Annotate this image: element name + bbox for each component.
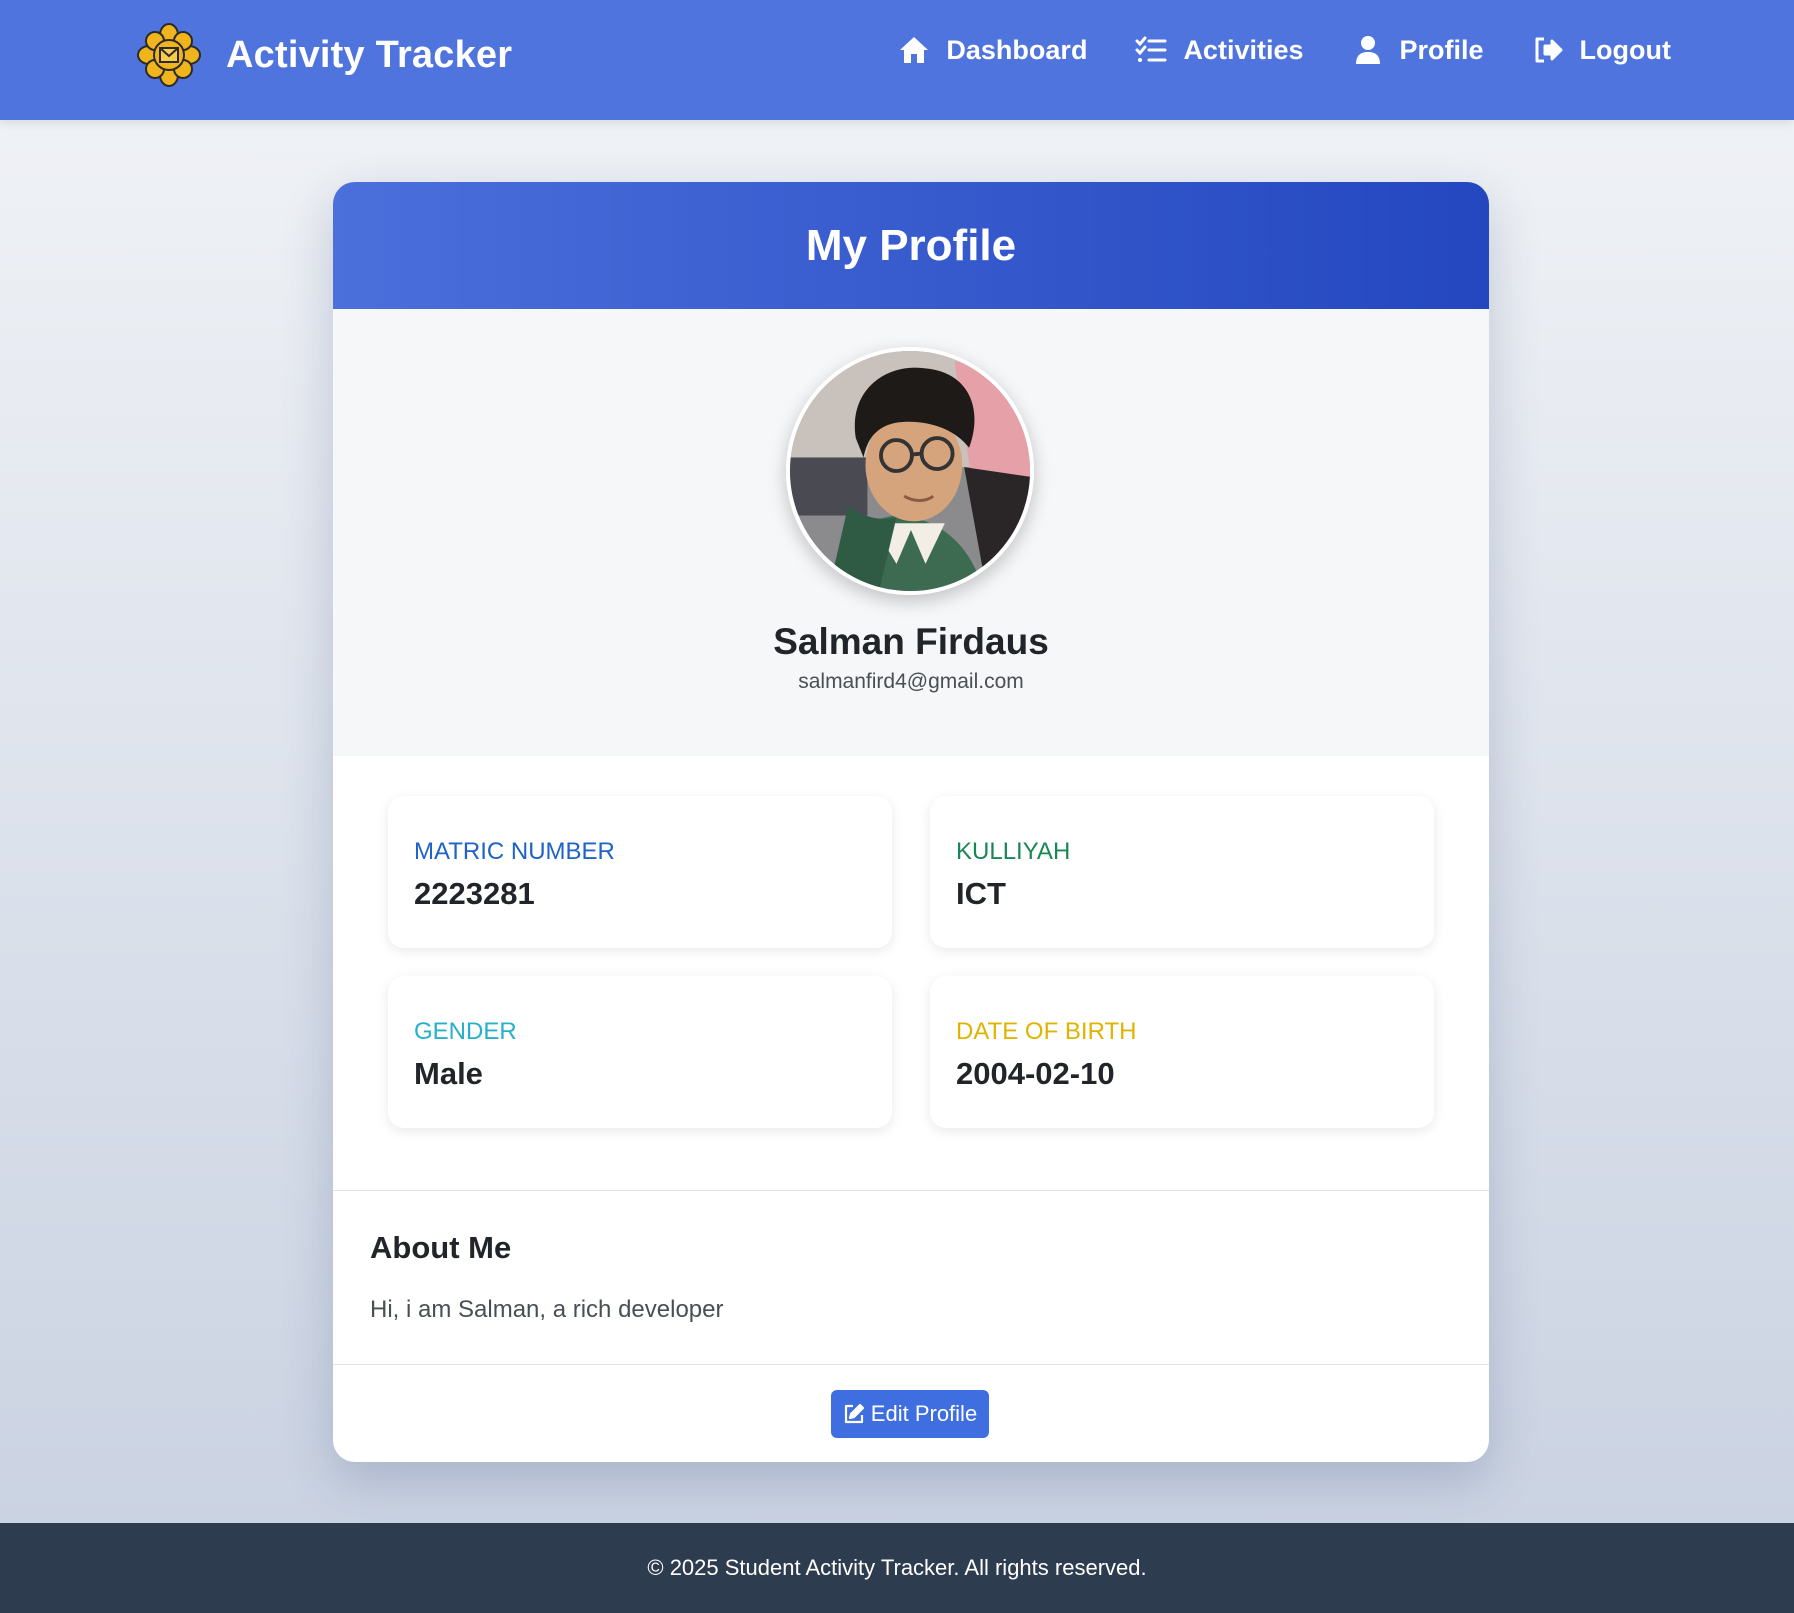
nav-dashboard[interactable]: Dashboard — [898, 34, 1087, 66]
nav-logout[interactable]: Logout — [1532, 34, 1671, 66]
brand[interactable]: Activity Tracker — [136, 20, 512, 90]
kulliyah-value: ICT — [956, 876, 1006, 911]
footer-text: © 2025 Student Activity Tracker. All rig… — [647, 1555, 1147, 1580]
nav-profile[interactable]: Profile — [1352, 34, 1484, 66]
kulliyah-label: KULLIYAH — [956, 838, 1071, 865]
main-nav: Dashboard Activities Profile Logout — [898, 34, 1671, 66]
gender-value: Male — [414, 1056, 483, 1091]
profile-name: Salman Firdaus — [773, 621, 1049, 662]
nav-activities-label: Activities — [1183, 34, 1304, 65]
top-navbar: Activity Tracker Dashboard Activities Pr… — [0, 0, 1794, 120]
matric-number-label: MATRIC NUMBER — [414, 838, 615, 865]
page-title: My Profile — [805, 220, 1017, 270]
avatar-photo — [790, 351, 1030, 591]
date-of-birth-label: DATE OF BIRTH — [956, 1018, 1137, 1045]
home-icon — [898, 34, 930, 66]
matric-number-value: 2223281 — [414, 876, 535, 911]
nav-dashboard-label: Dashboard — [946, 34, 1088, 65]
profile-details: MATRIC NUMBER 2223281 KULLIYAH ICT GENDE… — [388, 796, 1434, 1136]
footer: © 2025 Student Activity Tracker. All rig… — [0, 1523, 1794, 1613]
about-title: About Me — [370, 1230, 512, 1265]
logout-icon — [1532, 34, 1564, 66]
edit-profile-label: Edit Profile — [870, 1401, 978, 1426]
gender-card: GENDER Male — [388, 976, 892, 1128]
checklist-icon — [1135, 34, 1167, 66]
actions-divider — [333, 1364, 1489, 1365]
edit-profile-button[interactable]: Edit Profile — [831, 1390, 989, 1438]
brand-title: Activity Tracker — [226, 33, 513, 76]
gender-label: GENDER — [414, 1018, 517, 1045]
date-of-birth-value: 2004-02-10 — [956, 1056, 1115, 1091]
edit-icon — [844, 1403, 864, 1424]
nav-logout-label: Logout — [1579, 34, 1671, 65]
profile-email: salmanfird4@gmail.com — [798, 670, 1024, 693]
avatar — [786, 347, 1034, 595]
nav-activities[interactable]: Activities — [1135, 34, 1304, 66]
about-divider — [333, 1190, 1489, 1191]
nav-profile-label: Profile — [1399, 34, 1484, 65]
date-of-birth-card: DATE OF BIRTH 2004-02-10 — [930, 976, 1434, 1128]
profile-card-header: My Profile — [333, 182, 1489, 309]
university-emblem-icon — [137, 23, 201, 87]
profile-card: My Profile Salman Firdaus salmanfird4@gm… — [333, 182, 1489, 1462]
profile-summary: Salman Firdaus salmanfird4@gmail.com — [333, 309, 1489, 756]
user-icon — [1352, 34, 1384, 66]
about-text: Hi, i am Salman, a rich developer — [370, 1296, 724, 1323]
matric-number-card: MATRIC NUMBER 2223281 — [388, 796, 892, 948]
kulliyah-card: KULLIYAH ICT — [930, 796, 1434, 948]
